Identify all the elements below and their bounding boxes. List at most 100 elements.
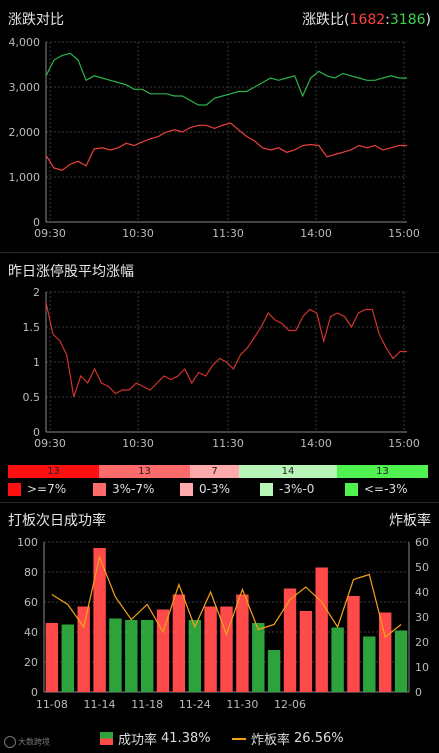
bar bbox=[156, 609, 170, 692]
x-tick-label: 14:00 bbox=[300, 437, 332, 450]
watermark-logo-icon bbox=[4, 736, 16, 748]
y2-tick-label: 10 bbox=[415, 661, 429, 674]
legend-item: <=-3% bbox=[345, 482, 407, 496]
break-line-icon bbox=[232, 737, 246, 740]
legend-swatch-icon bbox=[180, 482, 193, 496]
x-tick-label: 10:30 bbox=[122, 437, 154, 450]
y2-tick-label: 50 bbox=[415, 561, 429, 574]
y-tick-label: 0.5 bbox=[23, 391, 41, 404]
x-tick-label: 11:30 bbox=[212, 437, 244, 450]
x-tick-label: 11:30 bbox=[212, 227, 244, 240]
y-tick-label: 2 bbox=[33, 286, 40, 299]
distribution-segment: 13 bbox=[99, 465, 190, 478]
y-tick-label: 2,000 bbox=[9, 126, 41, 139]
watermark-text: 大数跨境 bbox=[18, 737, 50, 747]
bar bbox=[363, 636, 376, 692]
watermark: 大数跨境 bbox=[4, 736, 50, 748]
x-tick-label: 09:30 bbox=[34, 437, 66, 450]
x-tick-label: 14:00 bbox=[300, 227, 332, 240]
y2-tick-label: 40 bbox=[415, 586, 429, 599]
bar bbox=[315, 567, 328, 692]
divider bbox=[0, 502, 439, 503]
x-tick-label: 15:00 bbox=[388, 437, 420, 450]
y2-tick-label: 20 bbox=[415, 636, 429, 649]
success-swatch-icon bbox=[100, 732, 113, 745]
legend-break-label: 炸板率 bbox=[251, 733, 291, 748]
legend-break: 炸板率 26.56% bbox=[232, 729, 344, 748]
distribution-legend: >=7% 3%-7% 0-3% -3%-0 <=-3% bbox=[0, 482, 439, 504]
legend-item: 0-3% bbox=[180, 482, 230, 496]
panel3-title: 打板次日成功率 bbox=[8, 513, 106, 529]
bar bbox=[220, 606, 233, 692]
legend-label: -3%-0 bbox=[279, 482, 315, 496]
bar bbox=[347, 596, 360, 692]
x-tick-label: 09:30 bbox=[34, 227, 66, 240]
bar bbox=[267, 650, 281, 692]
bar bbox=[45, 623, 59, 692]
x-tick-label: 11-14 bbox=[84, 698, 116, 711]
distribution-segment: 13 bbox=[337, 465, 428, 478]
bar bbox=[188, 620, 201, 692]
ratio-suffix: ) bbox=[425, 12, 431, 28]
y2-tick-label: 0 bbox=[415, 686, 422, 699]
x-tick-label: 15:00 bbox=[388, 227, 420, 240]
legend-break-value: 26.56% bbox=[294, 731, 344, 746]
series-line-0 bbox=[45, 122, 407, 171]
legend-success-label: 成功率 bbox=[118, 733, 158, 748]
ratio-up: 1682 bbox=[349, 12, 386, 28]
bar bbox=[141, 620, 154, 692]
x-tick-label: 11-18 bbox=[131, 698, 163, 711]
legend-item: >=7% bbox=[8, 482, 66, 496]
bar bbox=[331, 627, 344, 692]
y-tick-label: 3,000 bbox=[9, 81, 41, 94]
y2-tick-label: 60 bbox=[415, 536, 429, 549]
y-tick-label: 1.5 bbox=[23, 321, 41, 334]
legend-swatch-icon bbox=[260, 482, 273, 496]
x-tick-label: 10:30 bbox=[122, 227, 154, 240]
bar bbox=[299, 611, 313, 692]
bottom-legend: 成功率 41.38% 炸板率 26.56% bbox=[0, 727, 439, 748]
ratio-down: 3186 bbox=[389, 12, 426, 28]
legend-label: 0-3% bbox=[199, 482, 231, 496]
legend-label: <=-3% bbox=[364, 482, 408, 496]
y-tick-label: 20 bbox=[24, 656, 38, 669]
success-rate-chart: 020406080100010203040506011-08 11-14 11-18… bbox=[17, 536, 429, 711]
series-line-0 bbox=[45, 302, 407, 398]
bar bbox=[394, 630, 408, 692]
y2-tick-label: 30 bbox=[415, 611, 429, 624]
x-tick-label: 11-08 bbox=[36, 698, 68, 711]
distribution-bar: 13 13 7 14 13 bbox=[8, 465, 428, 478]
y-tick-label: 40 bbox=[24, 626, 38, 639]
x-tick-label: 11-24 bbox=[179, 698, 211, 711]
legend-swatch-icon bbox=[8, 482, 21, 496]
bar bbox=[172, 594, 186, 692]
bar bbox=[204, 606, 217, 692]
updown-chart: 01,0002,0003,0004,00009:30 10:30 11:30 14:0… bbox=[9, 36, 420, 240]
bar bbox=[379, 612, 392, 692]
y-tick-label: 100 bbox=[17, 536, 38, 549]
series-line-1 bbox=[45, 52, 407, 106]
panel3-right-title: 炸板率 bbox=[389, 513, 431, 529]
bar bbox=[77, 606, 90, 692]
bar bbox=[61, 624, 74, 692]
bar bbox=[236, 594, 249, 692]
bar bbox=[252, 623, 265, 692]
x-tick-label: 12-06 bbox=[274, 698, 306, 711]
y-tick-label: 4,000 bbox=[9, 36, 41, 49]
divider bbox=[0, 252, 439, 253]
ratio-readout: 涨跌比(1682:3186) bbox=[302, 9, 431, 29]
distribution-segment: 7 bbox=[190, 465, 239, 478]
distribution-segment: 13 bbox=[8, 465, 99, 478]
legend-swatch-icon bbox=[345, 482, 358, 496]
x-tick-label: 11-30 bbox=[226, 698, 258, 711]
legend-label: 3%-7% bbox=[112, 482, 155, 496]
limitup-avg-chart: 00.511.5209:30 10:30 11:30 14:00 15:00 bbox=[23, 286, 420, 450]
legend-success-value: 41.38% bbox=[161, 731, 211, 746]
ratio-prefix: 涨跌比( bbox=[302, 12, 350, 28]
distribution-segment: 14 bbox=[239, 465, 337, 478]
legend-success: 成功率 41.38% bbox=[100, 729, 211, 748]
legend-item: -3%-0 bbox=[260, 482, 314, 496]
legend-label: >=7% bbox=[27, 482, 67, 496]
bar bbox=[283, 588, 297, 692]
y-tick-label: 1,000 bbox=[9, 171, 41, 184]
